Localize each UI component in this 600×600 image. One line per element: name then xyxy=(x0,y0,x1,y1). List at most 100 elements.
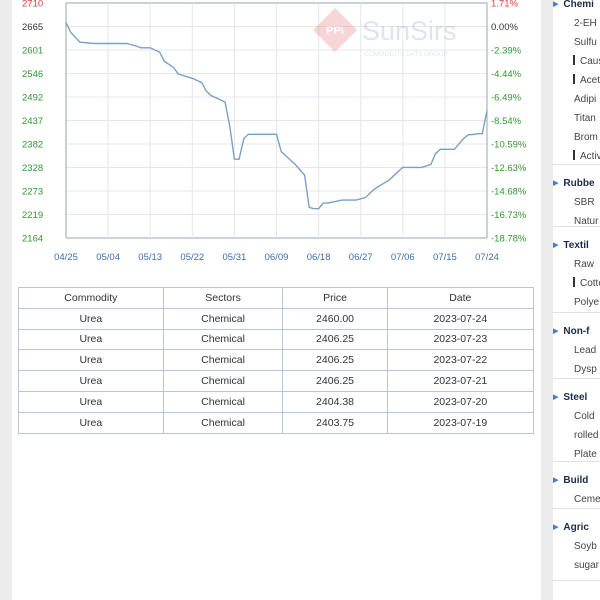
cell-date: 2023-07-21 xyxy=(386,370,535,392)
y-left-tick-label: 2219 xyxy=(22,210,43,221)
sidebar-item[interactable]: 2-EH xyxy=(553,14,600,33)
triangle-right-icon: ▶ xyxy=(553,394,559,401)
y-right-tick-label: -18.78% xyxy=(491,234,527,245)
cell-sector: Chemical xyxy=(162,307,284,330)
x-tick-label: 05/04 xyxy=(96,252,120,263)
triangle-right-icon: ▶ xyxy=(553,180,559,187)
sidebar-divider xyxy=(553,378,600,379)
sidebar-item[interactable]: Adipi xyxy=(553,90,600,109)
y-left-tick-label: 2164 xyxy=(22,234,43,245)
y-left-tick-label: 2601 xyxy=(22,46,43,57)
sidebar-divider xyxy=(553,580,600,581)
y-right-tick-label: 0.00% xyxy=(491,22,518,33)
triangle-right-icon: ▶ xyxy=(553,524,559,531)
sidebar-divider xyxy=(553,226,600,227)
cell-sector: Chemical xyxy=(162,390,284,413)
header-commodity: Commodity xyxy=(18,287,164,309)
sidebar-item[interactable]: Soyb xyxy=(553,537,600,556)
header-date: Date xyxy=(386,287,535,309)
sidebar-category-label: Build xyxy=(563,474,589,486)
cell-commodity: Urea xyxy=(18,328,164,351)
sidebar-item[interactable]: Cold xyxy=(553,407,600,426)
triangle-right-icon: ▶ xyxy=(553,477,559,484)
sidebar-item[interactable]: Natur xyxy=(553,212,600,231)
cell-sector: Chemical xyxy=(162,349,284,372)
sidebar-item[interactable]: Titan xyxy=(553,109,600,128)
sidebar-item[interactable]: Raw xyxy=(553,255,600,274)
cell-commodity: Urea xyxy=(18,307,164,330)
sidebar-category-heading[interactable]: ▶ Textil xyxy=(553,238,600,252)
y-left-tick-label: 2382 xyxy=(22,140,43,151)
triangle-right-icon: ▶ xyxy=(553,328,559,335)
x-tick-label: 07/06 xyxy=(391,252,415,263)
sidebar-group: ▶ Rubbe SBR Natur xyxy=(553,176,600,231)
sidebar-item[interactable]: sugar xyxy=(553,556,600,575)
sidebar-item[interactable]: Lead xyxy=(553,341,600,360)
y-right-tick-label: 1.71% xyxy=(491,0,518,10)
y-right-tick-label: -16.73% xyxy=(491,210,527,221)
table-header-row: Commodity Sectors Price Date xyxy=(18,287,535,309)
x-tick-label: 07/24 xyxy=(475,252,499,263)
sidebar-item[interactable]: Acet xyxy=(553,71,600,90)
sidebar-item[interactable]: Sulfu xyxy=(553,33,600,52)
sidebar-divider xyxy=(553,461,600,462)
sidebar-category-heading[interactable]: ▶ Chemi xyxy=(553,0,600,11)
cell-commodity: Urea xyxy=(18,411,164,434)
sidebar-item[interactable]: Caus xyxy=(553,52,600,71)
y-right-tick-label: -10.59% xyxy=(491,140,527,151)
table-row: Urea Chemical 2406.25 2023-07-21 xyxy=(18,370,535,392)
sidebar-group: ▶ Agric Soyb sugar xyxy=(553,520,600,575)
y-right-tick-label: -12.63% xyxy=(491,163,527,174)
sidebar-category-label: Agric xyxy=(563,521,589,533)
cell-date: 2023-07-24 xyxy=(386,307,535,330)
sidebar-group: ▶ Build Ceme xyxy=(553,473,600,509)
sidebar-item[interactable]: rolled xyxy=(553,426,600,445)
y-left-tick-label: 2437 xyxy=(22,116,43,127)
sidebar-category-heading[interactable]: ▶ Agric xyxy=(553,520,600,534)
cell-price: 2404.38 xyxy=(282,390,388,413)
x-tick-label: 05/31 xyxy=(223,252,247,263)
y-right-tick-label: -14.68% xyxy=(491,187,527,198)
cell-sector: Chemical xyxy=(162,411,284,434)
category-sidebar: ▶Chemi2-EHSulfuCausAcetAdipiTitanBromAct… xyxy=(553,0,600,600)
price-table: Commodity Sectors Price Date Urea Chemica… xyxy=(18,287,535,434)
sidebar-divider xyxy=(553,508,600,509)
sidebar-group: ▶ Steel Cold rolled Plate xyxy=(553,390,600,464)
x-tick-label: 05/22 xyxy=(180,252,204,263)
sidebar-category-heading[interactable]: ▶ Rubbe xyxy=(553,176,600,190)
sidebar-category-heading[interactable]: ▶ Build xyxy=(553,473,600,487)
price-table-container: Commodity Sectors Price Date Urea Chemica… xyxy=(18,287,535,434)
sidebar-item[interactable]: Ceme xyxy=(553,490,600,509)
sidebar-item[interactable]: Dysp xyxy=(553,360,600,379)
sidebar-item[interactable]: Polye xyxy=(553,293,600,312)
sidebar-category-label: Rubbe xyxy=(563,177,595,189)
cell-commodity: Urea xyxy=(18,349,164,372)
x-tick-label: 07/15 xyxy=(433,252,457,263)
y-left-tick-label: 2273 xyxy=(22,187,43,198)
cell-price: 2406.25 xyxy=(282,328,388,351)
watermark-logo-text: PPI xyxy=(326,25,344,37)
cell-date: 2023-07-23 xyxy=(386,328,535,351)
price-chart: PPI SunSirs COMMODITY DATA GROUP 2710 1.7… xyxy=(22,0,527,263)
page: PPI SunSirs COMMODITY DATA GROUP 2710 1.7… xyxy=(0,0,600,600)
page-gutter xyxy=(541,0,553,600)
sidebar-category-heading[interactable]: ▶ Steel xyxy=(553,390,600,404)
watermark-tagline: COMMODITY DATA GROUP xyxy=(364,51,448,58)
sidebar-item[interactable]: Cotto xyxy=(553,274,600,293)
sidebar-category-label: Chemi xyxy=(563,0,594,10)
sidebar-group: ▶ Textil RawCottoPolye xyxy=(553,238,600,312)
header-sectors: Sectors xyxy=(162,287,284,309)
cell-sector: Chemical xyxy=(162,370,284,392)
table-row: Urea Chemical 2403.75 2023-07-19 xyxy=(18,411,535,434)
sidebar-group: ▶ Non-f Lead Dysp xyxy=(553,324,600,379)
sidebar-item[interactable]: Brom xyxy=(553,128,600,147)
sidebar-category-heading[interactable]: ▶ Non-f xyxy=(553,324,600,338)
y-right-tick-label: -4.44% xyxy=(491,69,522,80)
sidebar-item[interactable]: SBR xyxy=(553,193,600,212)
cell-price: 2403.75 xyxy=(282,411,388,434)
cell-date: 2023-07-19 xyxy=(386,411,535,434)
y-right-tick-label: -2.39% xyxy=(491,46,522,57)
y-left-tick-label: 2665 xyxy=(22,22,43,33)
x-tick-label: 06/27 xyxy=(349,252,373,263)
table-row: Urea Chemical 2406.25 2023-07-22 xyxy=(18,349,535,372)
